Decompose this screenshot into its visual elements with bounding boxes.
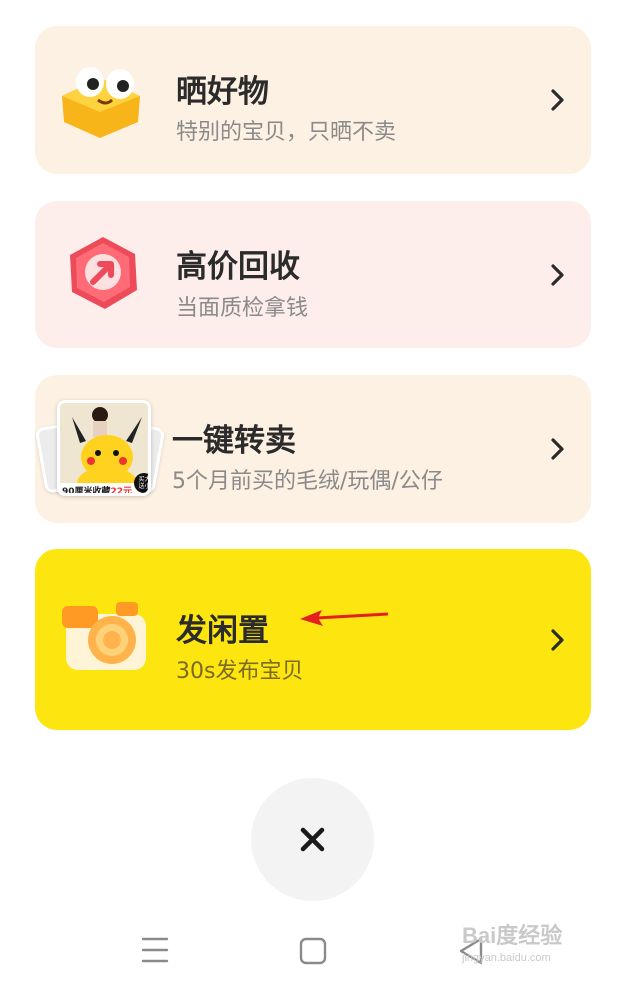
item-subtitle: 特别的宝贝，只晒不卖 <box>176 120 397 145</box>
chevron-right-icon <box>551 89 564 111</box>
menu-icon[interactable] <box>141 935 169 965</box>
annotation-arrow <box>300 610 389 626</box>
item-title: 晒好物 <box>176 74 269 110</box>
watermark-brand: Bai度经验 <box>462 923 563 948</box>
camera-icon <box>62 602 146 670</box>
item-subtitle: 30s发布宝贝 <box>176 659 304 684</box>
item-subtitle: 5个月前买的毛绒/玩偶/公仔 <box>172 469 443 494</box>
thumb-text: 90厘米收藏22元 <box>62 487 133 496</box>
watermark: Bai度经验 jingyan.baidu.com <box>462 918 562 964</box>
thumb-badge: 买大送小 <box>138 476 151 490</box>
chevron-right-icon <box>551 629 564 651</box>
happy-cube-icon <box>62 67 140 138</box>
recycle-arrow-icon <box>70 237 137 309</box>
item-title: 高价回收 <box>176 249 300 285</box>
chevron-right-icon <box>551 264 564 286</box>
item-subtitle: 当面质检拿钱 <box>176 296 309 321</box>
product-photo-thumbnail: 90厘米收藏22元 买大送小 <box>34 400 166 500</box>
chevron-right-icon <box>551 438 564 460</box>
close-icon <box>300 827 325 852</box>
watermark-url: jingyan.baidu.com <box>462 952 551 964</box>
home-icon[interactable] <box>299 937 327 965</box>
item-title: 发闲置 <box>176 613 269 649</box>
close-button[interactable] <box>251 778 374 901</box>
item-title: 一键转卖 <box>172 423 296 459</box>
